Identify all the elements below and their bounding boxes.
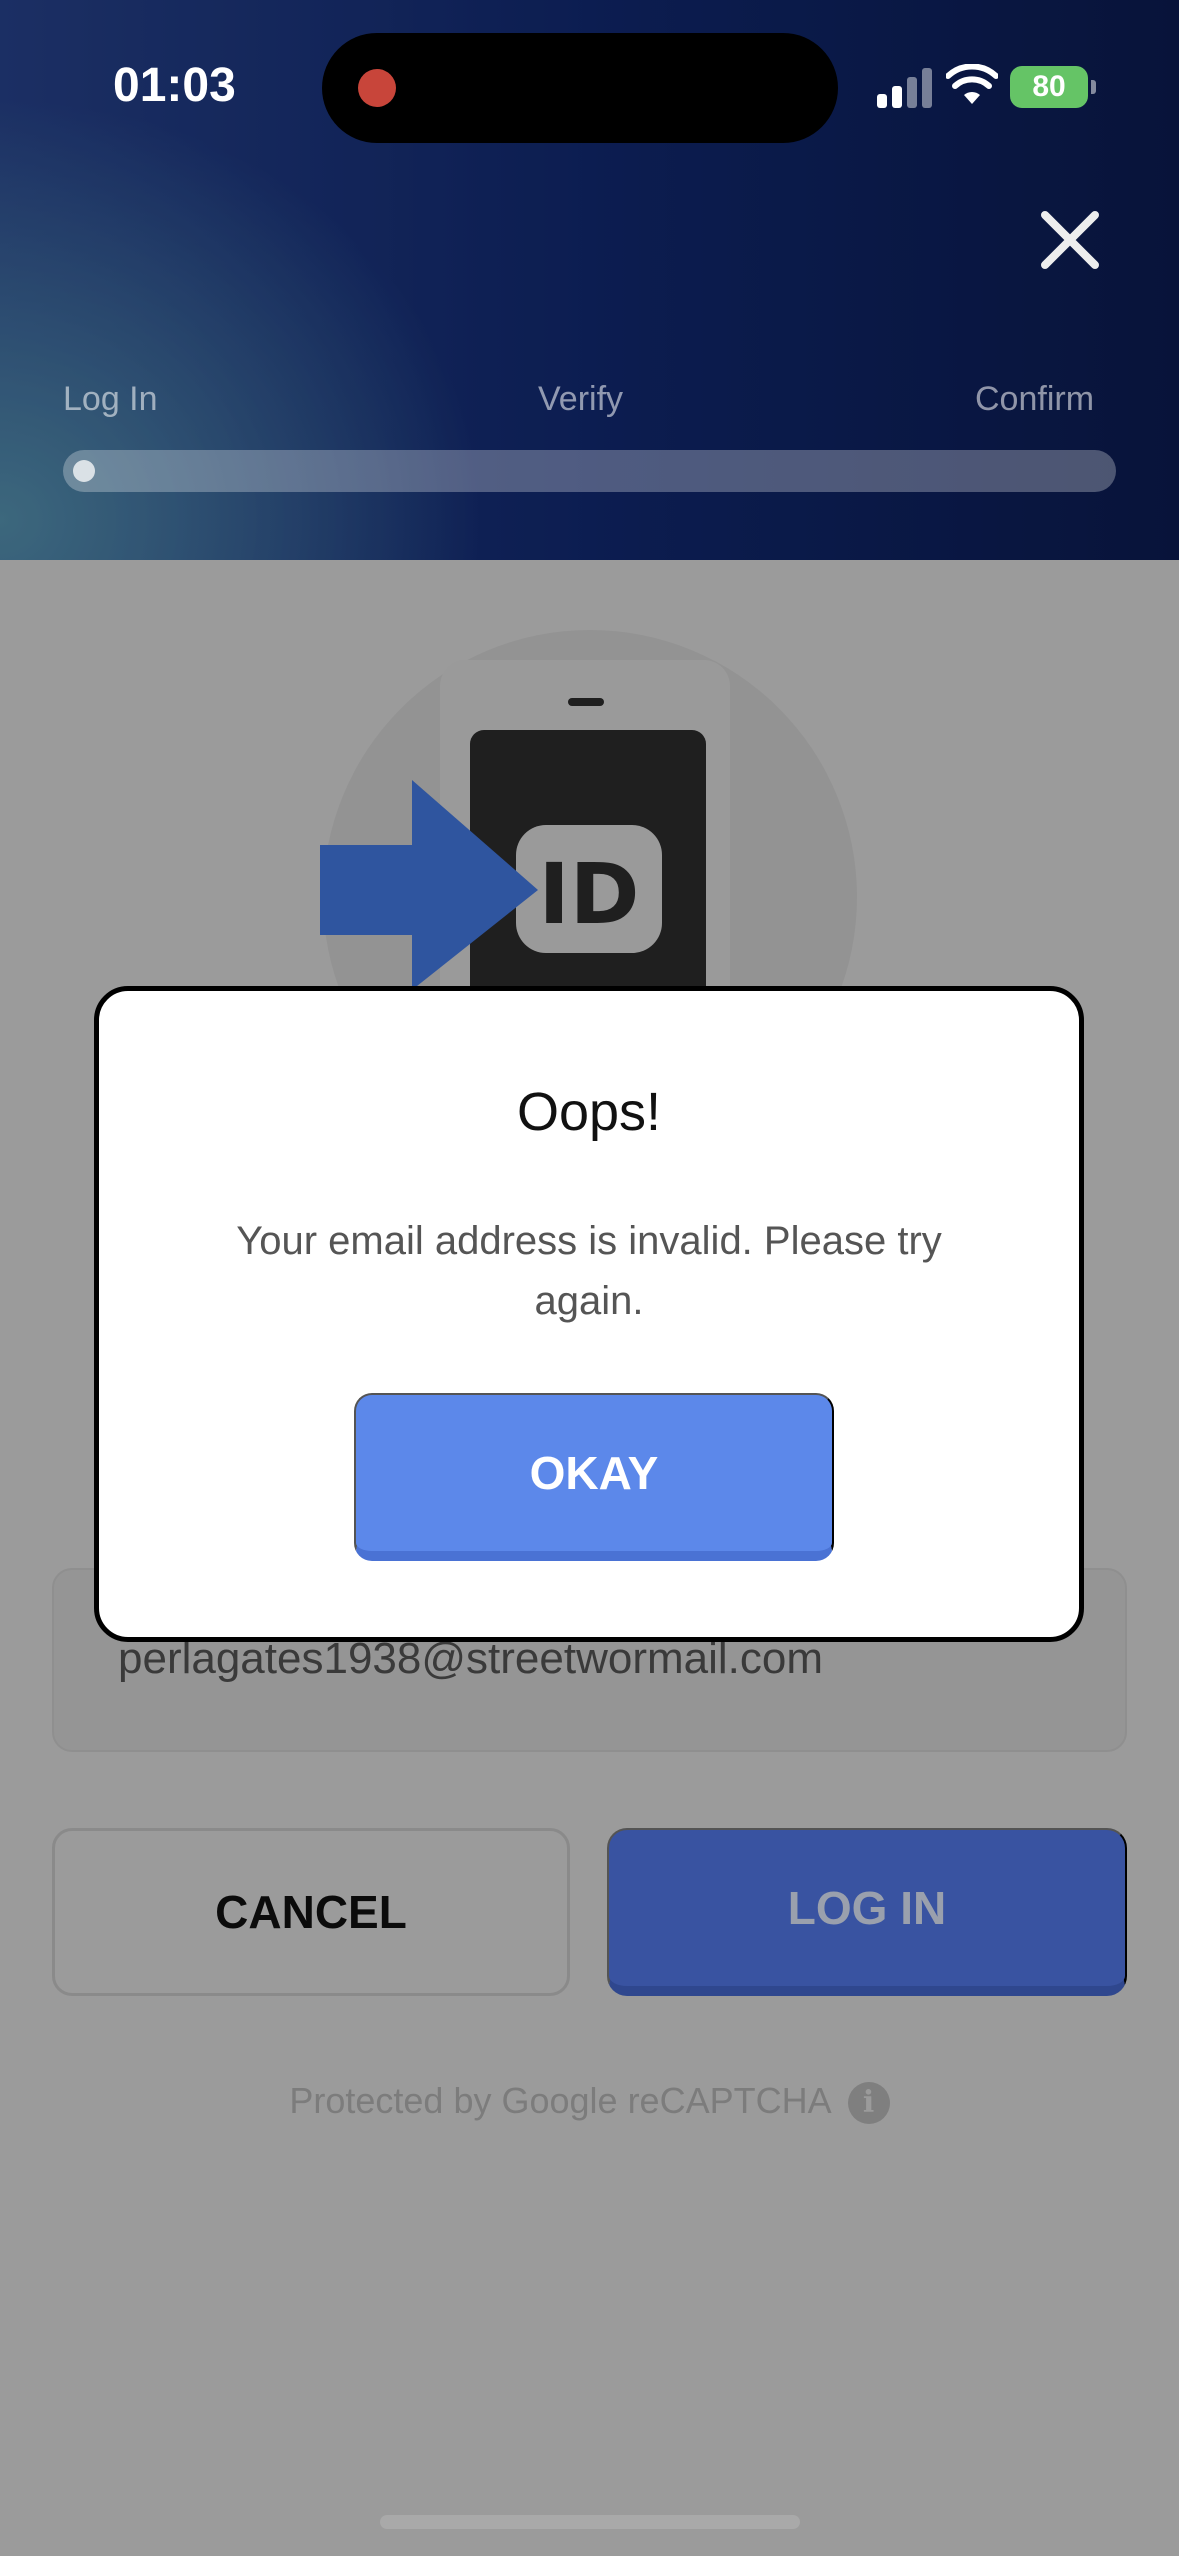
wifi-icon bbox=[946, 64, 998, 104]
info-icon[interactable]: i bbox=[847, 2082, 890, 2125]
step-verify-label: Verify bbox=[538, 380, 624, 418]
login-button[interactable]: LOG IN bbox=[607, 1828, 1127, 1996]
recaptcha-notice: Protected by Google reCAPTCHA i bbox=[0, 2080, 1179, 2125]
arrow-illustration bbox=[320, 780, 538, 990]
status-time: 01:03 bbox=[113, 59, 236, 112]
step-confirm-label: Confirm bbox=[975, 380, 1095, 418]
dynamic-island bbox=[322, 33, 838, 143]
recording-indicator bbox=[358, 69, 396, 107]
cellular-signal-icon bbox=[877, 68, 933, 108]
home-indicator[interactable] bbox=[380, 2515, 800, 2529]
id-badge-text: ID bbox=[539, 845, 640, 943]
close-icon[interactable] bbox=[1035, 205, 1105, 275]
cancel-button[interactable]: CANCEL bbox=[52, 1828, 570, 1996]
battery-icon: 80 bbox=[1010, 66, 1096, 108]
battery-cap bbox=[1091, 80, 1096, 94]
step-login-label: Log In bbox=[63, 380, 158, 418]
okay-button[interactable]: OKAY bbox=[354, 1393, 834, 1561]
recaptcha-text: Protected by Google reCAPTCHA bbox=[289, 2080, 830, 2121]
dialog-title: Oops! bbox=[516, 1082, 662, 1142]
error-dialog: Oops! Your email address is invalid. Ple… bbox=[94, 986, 1084, 1642]
progress-knob bbox=[73, 460, 95, 482]
progress-track bbox=[63, 450, 1116, 492]
header: 01:03 80 Log In Verify Confirm bbox=[0, 0, 1179, 560]
battery-level: 80 bbox=[1032, 70, 1066, 103]
dialog-message: Your email address is invalid. Please tr… bbox=[236, 1219, 942, 1323]
